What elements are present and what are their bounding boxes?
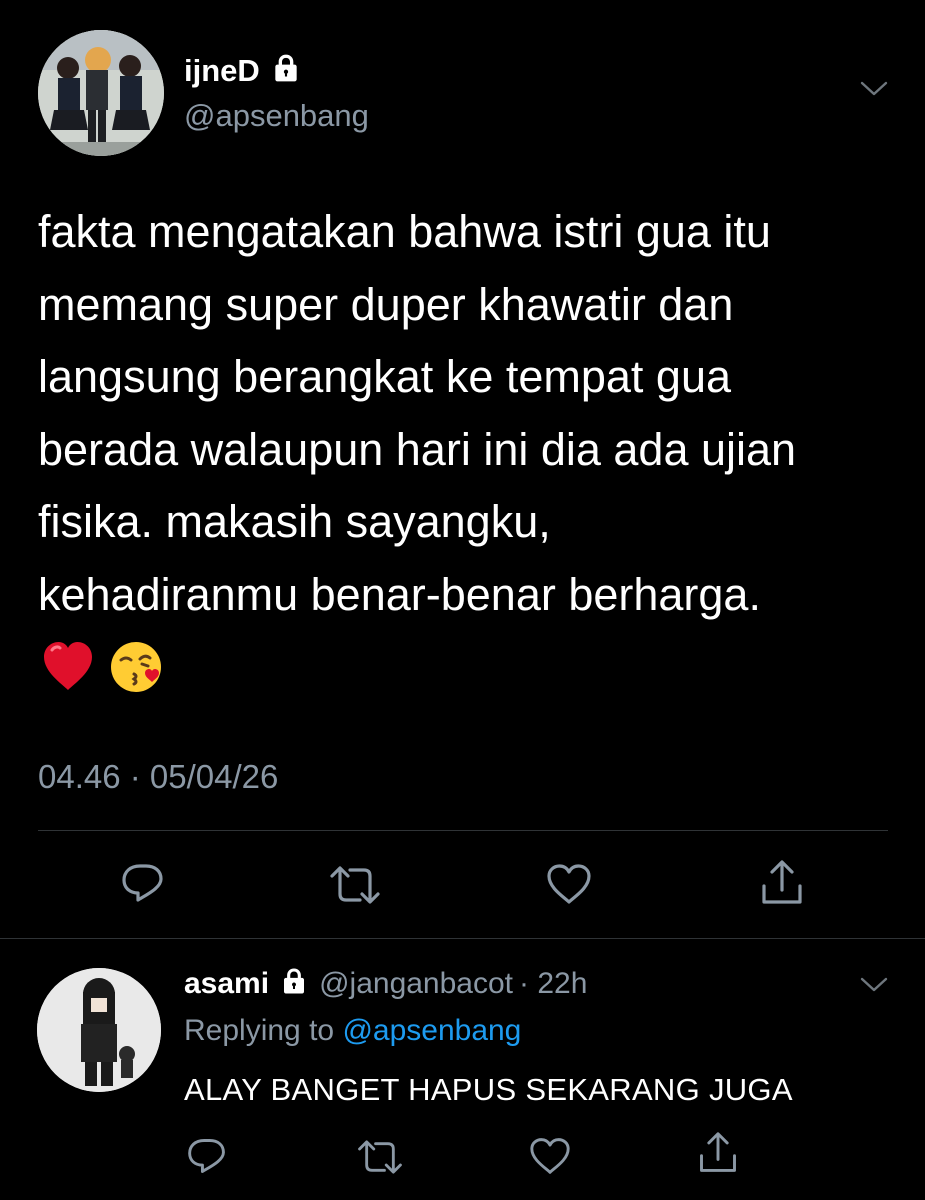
replying-to-label: Replying to [184,1014,335,1047]
author-display-name[interactable]: ijneD [184,53,260,89]
share-icon[interactable] [758,858,806,908]
timestamp-divider [38,830,888,831]
share-icon[interactable] [696,1130,740,1176]
reply-header: asami @janganbacot · 22h [184,966,587,1001]
reply-display-name[interactable]: asami [184,967,269,1001]
avatar-photo-icon [38,30,164,156]
tweet-text: fakta mengatakan bahwa istri gua itu mem… [38,206,797,620]
author-handle[interactable]: @apsenbang [184,98,369,134]
tweet-timestamp[interactable]: 04.46 · 05/04/26 [38,758,278,796]
retweet-icon[interactable] [356,1138,404,1176]
reply-handle[interactable]: @janganbacot [319,967,513,1001]
reply-text: ALAY BANGET HAPUS SEKARANG JUGA [184,1072,793,1107]
reply-icon[interactable] [120,862,166,904]
replying-to-mention[interactable]: @apsenbang [342,1014,521,1047]
thread-divider [0,938,925,939]
reply-avatar[interactable] [37,968,161,1092]
author-avatar[interactable] [38,30,164,156]
lock-icon [279,966,309,1001]
chevron-down-icon[interactable] [858,78,890,105]
tweet-emoji-row [40,638,164,696]
author-name-row: ijneD [184,52,302,89]
reply-icon[interactable] [186,1136,228,1176]
chevron-down-icon[interactable] [858,974,890,1001]
face-blowing-kiss-emoji [108,638,164,696]
reply-time: · 22h [519,966,588,1000]
replying-to-line: Replying to @apsenbang [184,1014,521,1048]
like-icon[interactable] [545,862,593,906]
avatar-photo-icon [37,968,161,1092]
like-icon[interactable] [528,1136,572,1176]
red-heart-emoji [40,638,96,696]
lock-icon [270,52,302,89]
retweet-icon[interactable] [328,864,382,906]
